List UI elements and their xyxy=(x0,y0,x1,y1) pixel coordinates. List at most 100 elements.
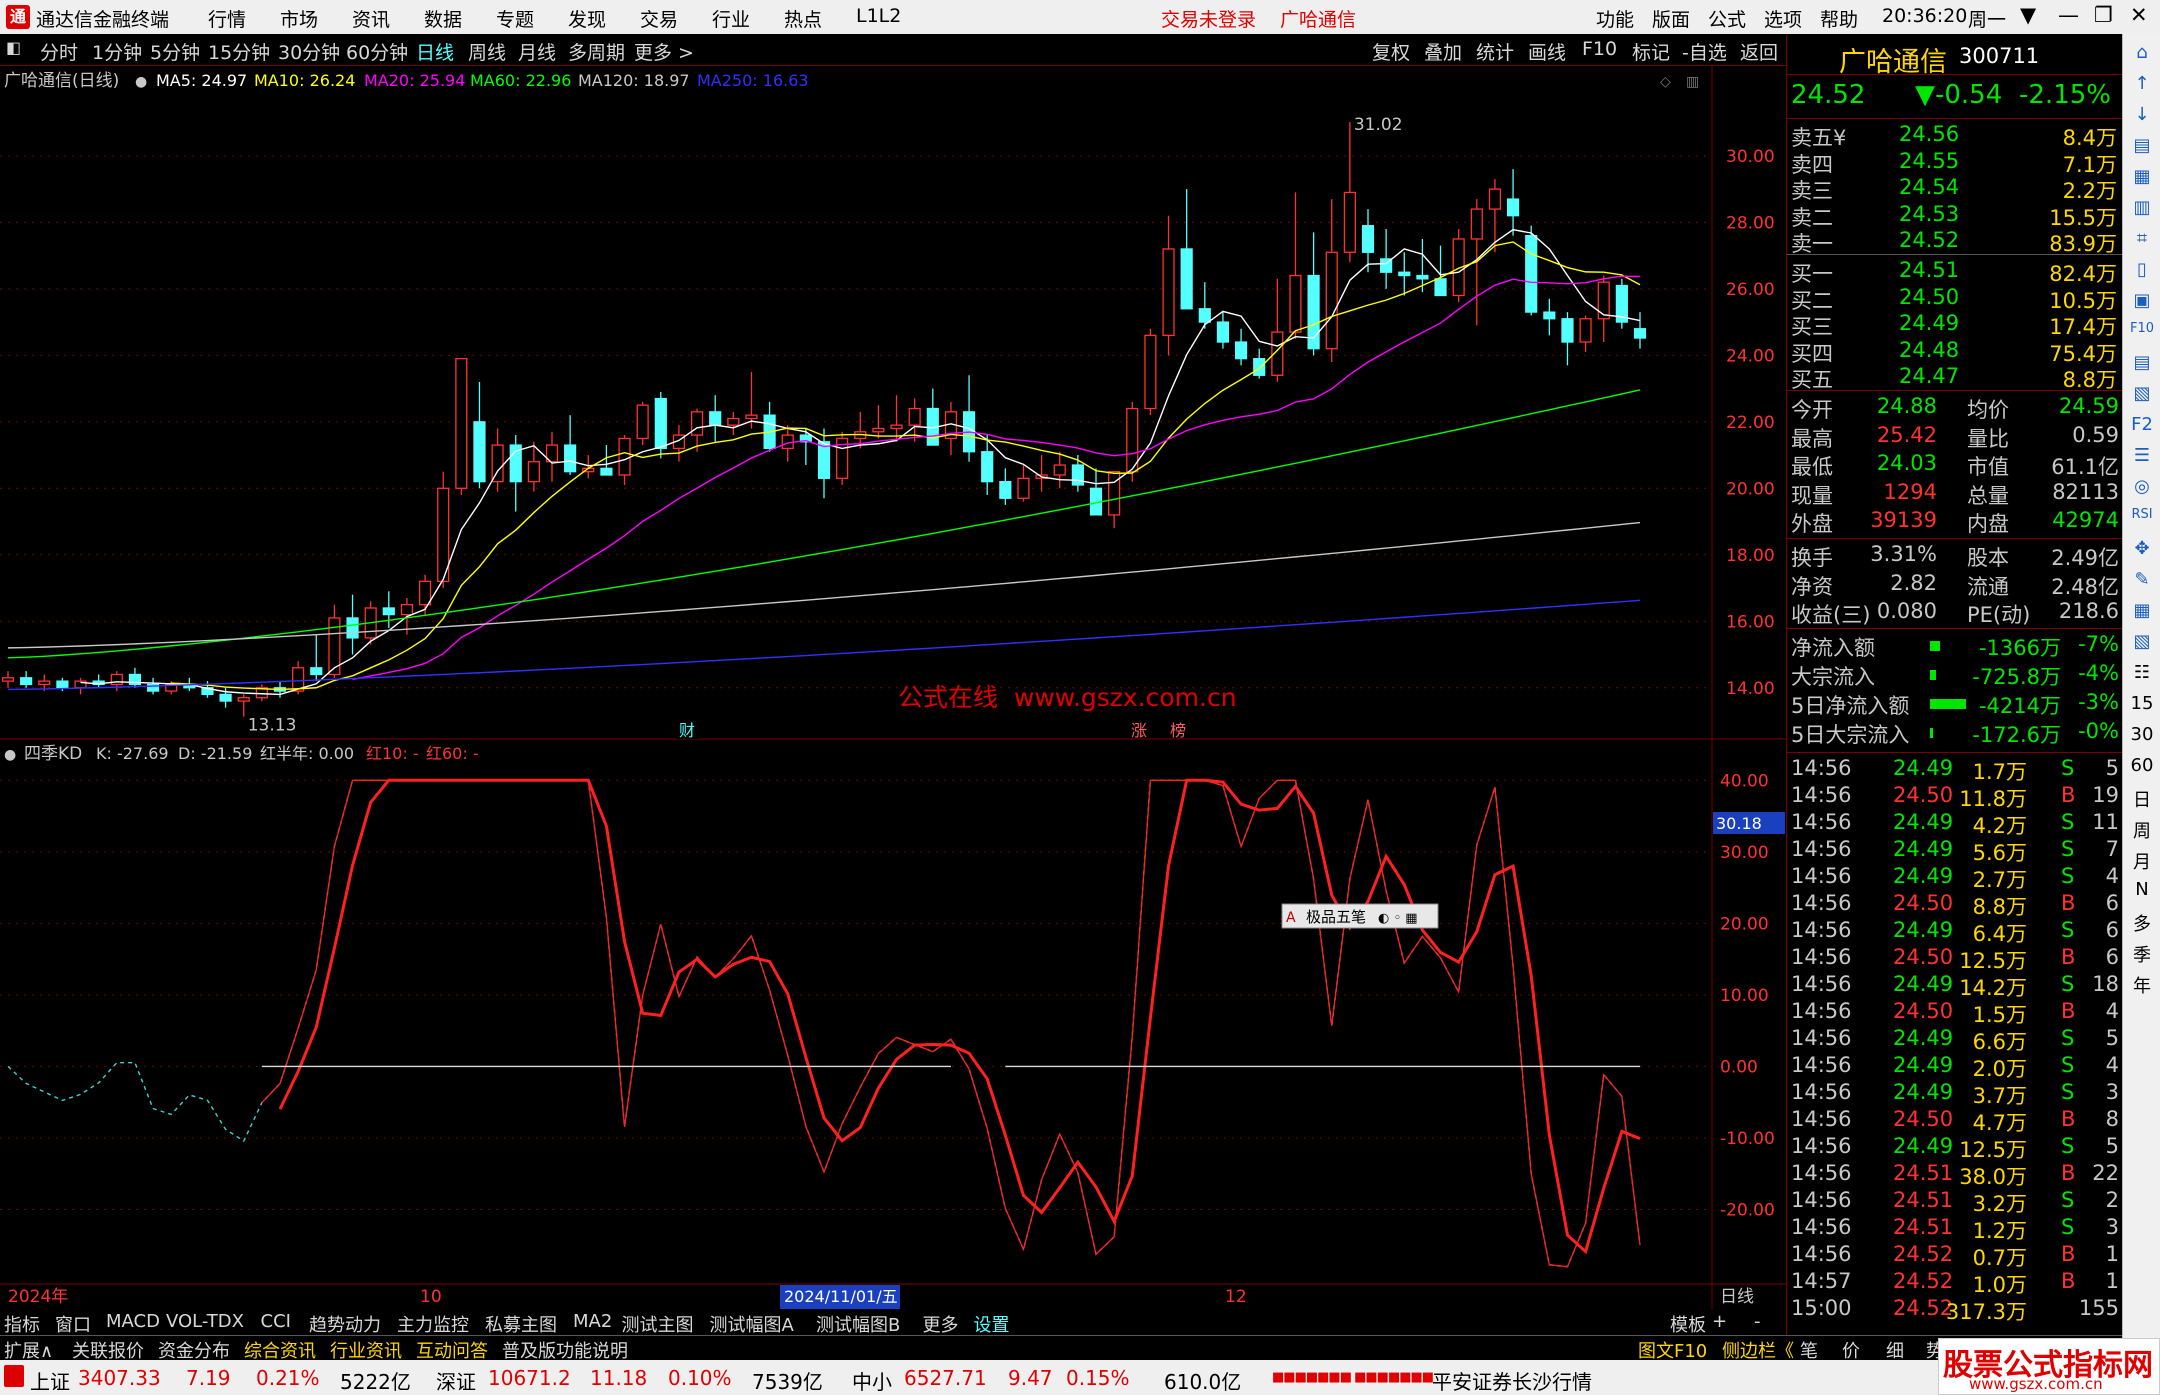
right-tool-icon[interactable]: ⌗ xyxy=(2127,228,2157,249)
indicator-toggle-icon[interactable]: ● xyxy=(4,747,16,763)
menu-faxian[interactable]: 发现 xyxy=(568,5,606,32)
legend-toggle-icon[interactable]: ● xyxy=(135,74,147,90)
status-index-icon[interactable] xyxy=(4,1365,24,1387)
right-tool-icon[interactable]: 30 xyxy=(2127,724,2157,745)
tool-zixuan[interactable]: -自选 xyxy=(1682,38,1727,65)
minimize-icon[interactable]: — xyxy=(2058,3,2079,27)
right-tool-icon[interactable]: ▦ xyxy=(2127,166,2157,187)
right-tool-icon[interactable]: 多 xyxy=(2127,910,2157,936)
period-30min[interactable]: 30分钟 xyxy=(278,38,340,65)
chart-settings-icon[interactable]: ◇ xyxy=(1660,74,1671,90)
indicator-tab[interactable]: + xyxy=(1712,1311,1727,1332)
tool-fuquan[interactable]: 复权 xyxy=(1372,38,1410,65)
right-tool-icon[interactable]: 日 xyxy=(2127,786,2157,812)
right-tool-icon[interactable]: ▧ xyxy=(2127,631,2157,652)
sh-label[interactable]: 上证 xyxy=(30,1366,70,1395)
broker-name[interactable]: 平安证券长沙行情 xyxy=(1432,1366,1592,1395)
right-tool-icon[interactable]: ▯ xyxy=(2127,259,2157,280)
menu-gongneng[interactable]: 功能 xyxy=(1596,5,1634,32)
right-tool-icon[interactable]: ◎ xyxy=(2127,476,2157,497)
indicator-tab[interactable]: MACD xyxy=(106,1311,160,1332)
tool-huaxian[interactable]: 画线 xyxy=(1528,38,1566,65)
menu-zixun[interactable]: 资讯 xyxy=(352,5,390,32)
menu-redian[interactable]: 热点 xyxy=(784,5,822,32)
indicator-tab[interactable]: 测试主图 xyxy=(622,1311,694,1337)
chart-svg[interactable]: 30.00 28.00 26.00 24.00 22.00 20.00 18.00 16.00… xyxy=(0,66,1786,1309)
tool-biaoji[interactable]: 标记 xyxy=(1632,38,1670,65)
chart-area[interactable]: 30.00 28.00 26.00 24.00 22.00 20.00 18.00 16.00… xyxy=(0,66,1786,1309)
menu-bangzhu[interactable]: 帮助 xyxy=(1820,5,1858,32)
tool-f10[interactable]: F10 xyxy=(1582,38,1617,60)
ime-a-icon[interactable]: A xyxy=(1286,910,1296,926)
menu-shuju[interactable]: 数据 xyxy=(424,5,462,32)
menu-zhuanti[interactable]: 专题 xyxy=(496,5,534,32)
right-tool-icon[interactable]: ☷ xyxy=(2127,662,2157,683)
period-multi[interactable]: 多周期 xyxy=(568,38,625,65)
indicator-tab[interactable]: 指标 xyxy=(4,1311,40,1337)
right-tool-icon[interactable]: ▣ xyxy=(2127,290,2157,311)
indicator-tab[interactable]: 主力监控 xyxy=(397,1311,469,1337)
tool-tongji[interactable]: 统计 xyxy=(1476,38,1514,65)
right-tool-icon[interactable]: ▤ xyxy=(2127,135,2157,156)
right-tool-icon[interactable]: 60 xyxy=(2127,755,2157,776)
panel-toggle-icon[interactable]: ◧ xyxy=(6,38,21,57)
right-tool-icon[interactable]: ✎ xyxy=(2127,569,2157,590)
indicator-tab[interactable]: VOL-TDX xyxy=(166,1311,244,1332)
menu-hangqing[interactable]: 行情 xyxy=(208,5,246,32)
right-tool-icon[interactable]: 月 xyxy=(2127,848,2157,874)
sz-label[interactable]: 深证 xyxy=(436,1366,476,1395)
indicator-tab[interactable]: 模板 xyxy=(1670,1311,1706,1337)
indicator-tab[interactable]: 窗口 xyxy=(55,1311,91,1337)
dropdown-icon[interactable]: ▼ xyxy=(2020,3,2036,27)
right-tool-icon[interactable]: N xyxy=(2127,879,2157,900)
right-tool-icon[interactable]: ✥ xyxy=(2127,538,2157,559)
menu-xuanxiang[interactable]: 选项 xyxy=(1764,5,1802,32)
period-15min[interactable]: 15分钟 xyxy=(208,38,270,65)
event-bang[interactable]: 榜 xyxy=(1170,721,1186,740)
period-weekly[interactable]: 周线 xyxy=(468,38,506,65)
right-tool-icon[interactable]: F10 xyxy=(2127,321,2157,336)
period-fenshi[interactable]: 分时 xyxy=(40,38,78,65)
indicator-tab[interactable]: 测试幅图B xyxy=(816,1311,900,1337)
period-monthly[interactable]: 月线 xyxy=(518,38,556,65)
tool-diejia[interactable]: 叠加 xyxy=(1424,38,1462,65)
indicator-tab[interactable]: 测试幅图A xyxy=(710,1311,794,1337)
indicator-tab[interactable]: 设置 xyxy=(974,1311,1010,1337)
right-tool-icon[interactable]: ↓ xyxy=(2127,104,2157,125)
event-zhang[interactable]: 涨 xyxy=(1131,721,1147,740)
login-warning[interactable]: 交易未登录 xyxy=(1161,5,1256,32)
maximize-icon[interactable]: ❐ xyxy=(2094,3,2113,27)
menu-l1l2[interactable]: L1L2 xyxy=(856,5,901,27)
right-tool-icon[interactable]: ▧ xyxy=(2127,383,2157,404)
menu-hangye[interactable]: 行业 xyxy=(712,5,750,32)
menu-shichang[interactable]: 市场 xyxy=(280,5,318,32)
menu-jiaoyi[interactable]: 交易 xyxy=(640,5,678,32)
right-tool-icon[interactable]: ▥ xyxy=(2127,197,2157,218)
ime-label[interactable]: 极品五笔 xyxy=(1306,908,1366,926)
close-icon[interactable]: ✕ xyxy=(2130,3,2148,27)
right-tool-icon[interactable]: RSI xyxy=(2127,507,2157,522)
period-60min[interactable]: 60分钟 xyxy=(346,38,408,65)
indicator-tab[interactable]: MA2 xyxy=(573,1311,612,1332)
indicator-tab[interactable]: 私募主图 xyxy=(485,1311,557,1337)
ime-moon-icon[interactable]: ◐ ◦ ▦ xyxy=(1378,911,1418,926)
right-tool-icon[interactable]: ▤ xyxy=(2127,352,2157,373)
menu-banmian[interactable]: 版面 xyxy=(1652,5,1690,32)
period-1min[interactable]: 1分钟 xyxy=(92,38,142,65)
right-tool-icon[interactable]: 年 xyxy=(2127,972,2157,998)
tool-fanhui[interactable]: 返回 xyxy=(1740,38,1778,65)
chart-expand-icon[interactable]: ▥ xyxy=(1686,74,1699,90)
right-tool-icon[interactable]: 15 xyxy=(2127,693,2157,714)
right-tool-icon[interactable]: 周 xyxy=(2127,817,2157,843)
right-tool-icon[interactable]: 季 xyxy=(2127,941,2157,967)
right-tool-icon[interactable]: F2 xyxy=(2127,414,2157,435)
zx-label[interactable]: 中小 xyxy=(852,1366,892,1395)
period-daily[interactable]: 日线 xyxy=(416,38,454,65)
indicator-tab[interactable]: - xyxy=(1754,1311,1761,1332)
right-tool-icon[interactable]: ⌂ xyxy=(2127,42,2157,63)
menu-gongshi[interactable]: 公式 xyxy=(1708,5,1746,32)
indicator-tab[interactable]: 趋势动力 xyxy=(309,1311,381,1337)
period-more[interactable]: 更多 > xyxy=(634,38,694,65)
right-tool-icon[interactable]: ↑ xyxy=(2127,73,2157,94)
right-tool-icon[interactable]: ☰ xyxy=(2127,445,2157,466)
